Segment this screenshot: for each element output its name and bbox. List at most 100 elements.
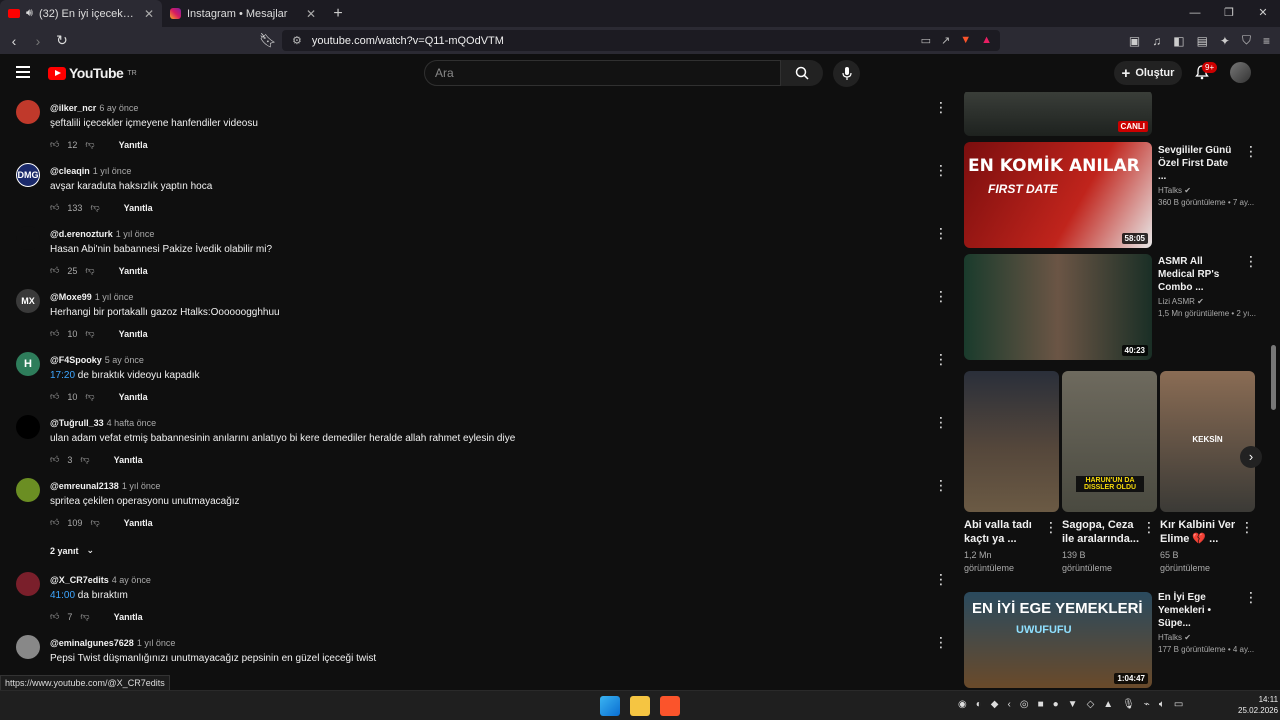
short-thumbnail[interactable] (964, 371, 1059, 512)
tray-app-icon[interactable]: ◇ (1087, 699, 1095, 710)
reload-icon[interactable]: ↻ (52, 32, 72, 49)
brave-shield-icon[interactable]: ▼ (960, 34, 971, 47)
video-info[interactable]: Sevgililer Günü Özel First Date ... HTal… (1158, 144, 1254, 207)
menu-icon[interactable]: ≡ (1263, 34, 1270, 48)
voice-search-button[interactable] (833, 60, 860, 87)
video-title[interactable]: Sevgililer Günü Özel First Date ... (1158, 144, 1238, 183)
comment-author[interactable]: @F4Spooky (50, 355, 102, 365)
create-button[interactable]: + Oluştur (1114, 61, 1182, 85)
search-input[interactable]: Ara (424, 60, 781, 86)
reply-button[interactable]: Yanıtla (119, 329, 148, 339)
more-options-icon[interactable]: ⋮ (934, 226, 948, 240)
short-info[interactable]: Kır Kalbini Ver Elime 💔 ... 65 Bgörüntül… (1160, 518, 1240, 575)
comment-author[interactable]: @eminalgunes7628 (50, 638, 134, 648)
reply-button[interactable]: Yanıtla (119, 266, 148, 276)
replies-toggle[interactable]: 2 yanıt ⌄ (50, 545, 94, 556)
reply-button[interactable]: Yanıtla (119, 140, 148, 150)
comment-time[interactable]: 1 yıl önce (116, 229, 155, 239)
back-icon[interactable]: ‹ (4, 33, 24, 49)
dislike-icon[interactable]: 👎︎ (80, 611, 89, 622)
video-thumbnail[interactable]: EN KOMİK ANILAR FIRST DATE 58:05 (964, 142, 1152, 248)
tray-app-icon[interactable]: ◉ (958, 699, 967, 710)
short-title[interactable]: Sagopa, Ceza ile aralarında... (1062, 518, 1140, 546)
comment-time[interactable]: 1 yıl önce (137, 638, 176, 648)
video-info[interactable]: En İyi Ege Yemekleri • Süpe... HTalks ✔︎… (1158, 591, 1254, 654)
like-icon[interactable]: 👍︎ (50, 391, 59, 402)
minimize-icon[interactable]: — (1178, 0, 1212, 27)
comment-time[interactable]: 6 ay önce (99, 103, 138, 113)
more-options-icon[interactable]: ⋮ (934, 415, 948, 429)
share-icon[interactable]: ↗ (941, 34, 950, 47)
more-options-icon[interactable]: ⋮ (934, 635, 948, 649)
comment-time[interactable]: 1 yıl önce (93, 166, 132, 176)
comment-author[interactable]: @Tuğrull_33 (50, 418, 104, 428)
comment-time[interactable]: 1 yıl önce (95, 292, 134, 302)
comment-author[interactable]: @ilker_ncr (50, 103, 96, 113)
tab-youtube[interactable]: 🔊︎ (32) En iyi içecek? #Seçiyoruz ✕ (0, 0, 162, 27)
music-icon[interactable]: ♫ (1152, 34, 1161, 48)
dislike-icon[interactable]: 👎︎ (80, 454, 89, 465)
avatar[interactable] (16, 478, 40, 502)
channel-name[interactable]: HTalks ✔︎ (1158, 186, 1254, 195)
more-options-icon[interactable]: ⋮ (1244, 144, 1258, 158)
address-bar[interactable]: ⚙ youtube.com/watch?v=Q11-mQOdVTM ▭ ↗ ▼ … (282, 30, 1000, 51)
short-title[interactable]: Abi valla tadı kaçtı ya ... (964, 518, 1042, 546)
close-icon[interactable]: ✕ (144, 7, 154, 21)
cast-icon[interactable]: ▭ (921, 34, 931, 47)
dislike-icon[interactable]: 👎︎ (85, 265, 94, 276)
reply-button[interactable]: Yanıtla (124, 518, 153, 528)
comment-author[interactable]: @emreunal2138 (50, 481, 119, 491)
channel-name[interactable]: Lizi ASMR ✔︎ (1158, 297, 1256, 306)
sidebar-icon[interactable]: ◧ (1173, 34, 1184, 48)
like-icon[interactable]: 👍︎ (50, 202, 59, 213)
file-explorer-icon[interactable] (630, 696, 650, 716)
comment-time[interactable]: 4 ay önce (112, 575, 151, 585)
battery-icon[interactable]: ▭ (1174, 699, 1183, 710)
channel-name[interactable]: HTalks ✔︎ (1158, 633, 1254, 642)
tray-app-icon[interactable]: ◎ (1020, 699, 1029, 710)
network-icon[interactable]: ⌁ (1144, 699, 1150, 710)
wallet-icon[interactable]: ▤ (1197, 34, 1208, 48)
search-button[interactable] (781, 60, 823, 86)
tray-app-icon[interactable]: ▲ (1103, 699, 1113, 710)
avatar[interactable] (16, 415, 40, 439)
ai-icon[interactable]: ✦ (1220, 34, 1230, 48)
speaker-icon[interactable]: 🔊︎ (26, 7, 33, 20)
like-icon[interactable]: 👍︎ (50, 611, 59, 622)
comment-time[interactable]: 1 yıl önce (122, 481, 161, 491)
more-options-icon[interactable]: ⋮ (934, 478, 948, 492)
like-icon[interactable]: 👍︎ (50, 265, 59, 276)
video-title[interactable]: En İyi Ege Yemekleri • Süpe... (1158, 591, 1238, 630)
video-info[interactable]: ASMR All Medical RP's Combo ... Lizi ASM… (1158, 255, 1256, 318)
tab-instagram[interactable]: Instagram • Mesajlar ✕ (162, 0, 324, 27)
reply-button[interactable]: Yanıtla (114, 612, 143, 622)
like-icon[interactable]: 👍︎ (50, 517, 59, 528)
dislike-icon[interactable]: 👎︎ (90, 202, 99, 213)
comment-time[interactable]: 5 ay önce (105, 355, 144, 365)
more-options-icon[interactable]: ⋮ (1044, 520, 1058, 534)
more-options-icon[interactable]: ⋮ (934, 352, 948, 366)
reply-button[interactable]: Yanıtla (119, 392, 148, 402)
more-options-icon[interactable]: ⋮ (1244, 254, 1258, 268)
more-options-icon[interactable]: ⋮ (1142, 520, 1156, 534)
comment-author[interactable]: @cleaqin (50, 166, 90, 176)
short-info[interactable]: Sagopa, Ceza ile aralarında... 139 Bgörü… (1062, 518, 1142, 575)
tray-app-icon[interactable]: ● (1053, 699, 1059, 710)
avatar[interactable]: MX (16, 289, 40, 313)
avatar[interactable] (16, 635, 40, 659)
youtube-logo[interactable]: YouTube TR (48, 65, 137, 81)
microphone-icon[interactable]: 🎙︎ (1122, 699, 1135, 710)
avatar[interactable] (16, 572, 40, 596)
timestamp-link[interactable]: 41:00 (50, 590, 75, 601)
tray-app-icon[interactable]: ◐ (976, 699, 982, 710)
like-icon[interactable]: 👍︎ (50, 454, 59, 465)
short-title[interactable]: Kır Kalbini Ver Elime 💔 ... (1160, 518, 1238, 546)
video-title[interactable]: ASMR All Medical RP's Combo ... (1158, 255, 1238, 294)
more-options-icon[interactable]: ⋮ (934, 100, 948, 114)
restore-icon[interactable]: ❐ (1212, 0, 1246, 27)
short-thumbnail[interactable]: HARUN'UN DA DISSLER OLDU (1062, 371, 1157, 512)
taskbar-clock[interactable]: 14:11 25.02.2026 (1238, 694, 1278, 716)
avatar[interactable]: DMG (16, 163, 40, 187)
avatar[interactable] (16, 100, 40, 124)
forward-icon[interactable]: › (28, 33, 48, 49)
